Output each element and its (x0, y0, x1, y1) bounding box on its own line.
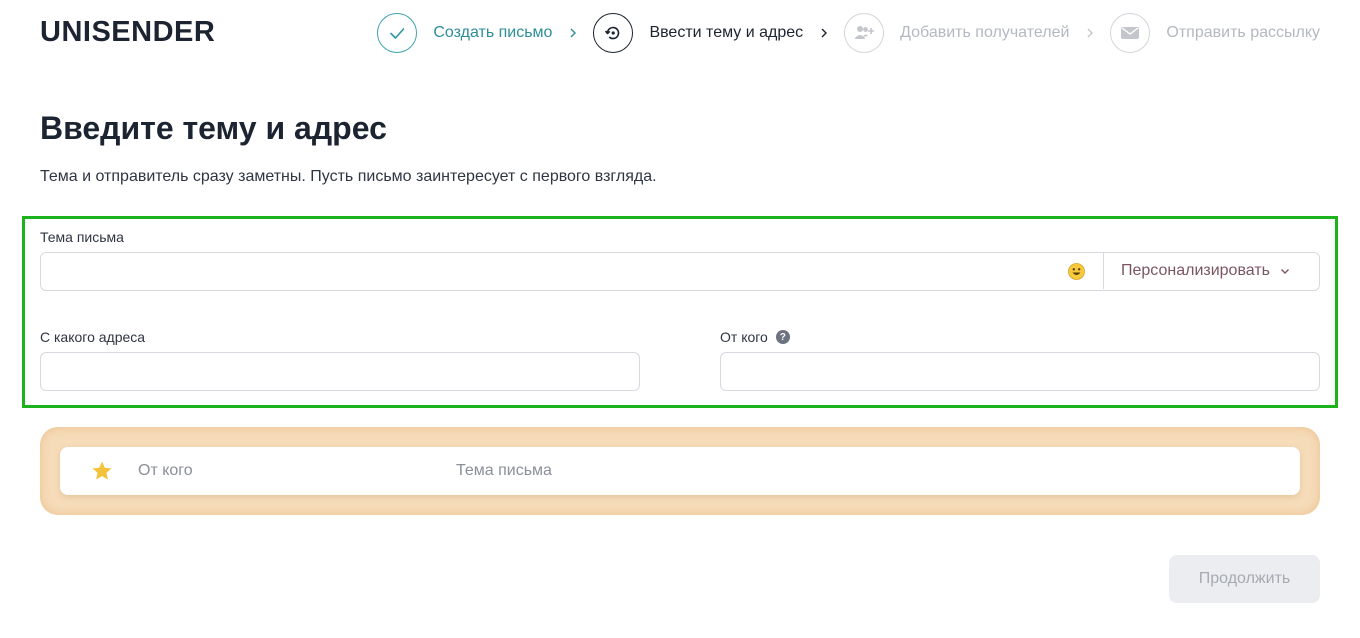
page-title: Введите тему и адрес (40, 110, 387, 146)
history-icon (593, 13, 634, 53)
add-users-icon (844, 13, 885, 53)
step-create-letter[interactable]: Создать письмо (377, 13, 552, 53)
star-icon (90, 459, 114, 483)
personalize-label: Персонализировать (1121, 262, 1270, 279)
subject-label: Тема письма (40, 229, 124, 245)
question-icon[interactable]: ? (775, 330, 790, 344)
step-label: Отправить рассылку (1166, 24, 1320, 41)
chevron-down-icon (1280, 268, 1290, 275)
from-name-label-row: От кого ? (720, 329, 790, 345)
step-label: Создать письмо (433, 24, 553, 41)
step-add-recipients[interactable]: Добавить получателей (844, 13, 1069, 53)
personalize-dropdown[interactable]: Персонализировать (1103, 253, 1319, 289)
stepper: Создать письмо Ввести тему и адрес Добав… (377, 13, 1320, 53)
inbox-preview-row: От кого Тема письма (60, 447, 1300, 495)
step-subject-address[interactable]: Ввести тему и адрес (593, 13, 803, 53)
step-label: Ввести тему и адрес (649, 24, 804, 41)
continue-button[interactable]: Продолжить (1169, 555, 1320, 603)
from-name-label: От кого (720, 329, 768, 345)
preview-subject: Тема письма (456, 462, 552, 479)
from-name-input[interactable] (720, 352, 1320, 391)
subject-field: Персонализировать (40, 252, 1320, 291)
unisender-logo[interactable]: UNISENDER (40, 16, 215, 49)
page-subtitle: Тема и отправитель сразу заметны. Пусть … (40, 168, 657, 185)
envelope-icon (1110, 13, 1151, 53)
inbox-preview: От кого Тема письма (40, 427, 1320, 515)
from-address-label: С какого адреса (40, 329, 146, 345)
chevron-right-icon (1086, 28, 1094, 38)
subject-input[interactable] (41, 253, 1061, 290)
from-address-input[interactable] (40, 352, 640, 391)
chevron-right-icon (569, 28, 577, 38)
preview-from: От кого (138, 462, 193, 479)
step-label: Добавить получателей (900, 24, 1070, 41)
step-send-campaign[interactable]: Отправить рассылку (1110, 13, 1320, 53)
emoji-smile-icon[interactable] (1068, 263, 1085, 280)
check-icon (377, 13, 418, 53)
chevron-right-icon (820, 28, 828, 38)
